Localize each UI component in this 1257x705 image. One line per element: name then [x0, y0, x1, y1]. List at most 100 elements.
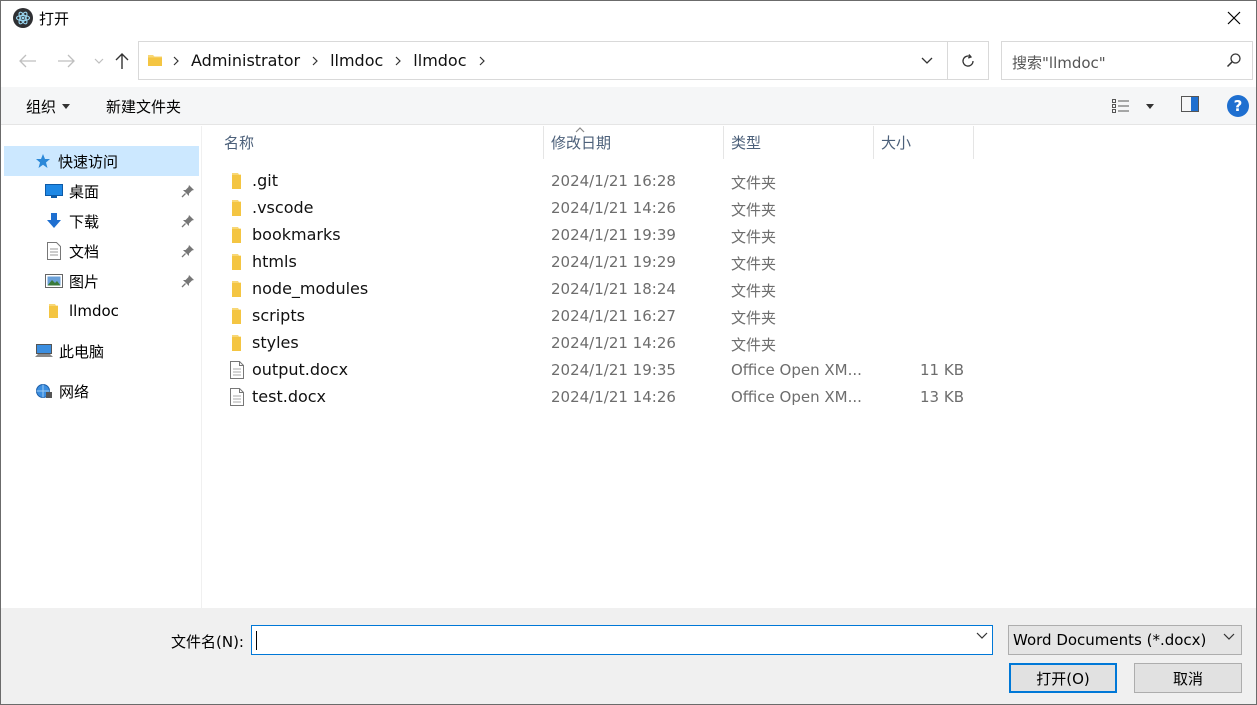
up-button[interactable] — [110, 49, 134, 73]
document-file-icon — [230, 361, 244, 379]
nav-item-llmdoc[interactable]: llmdoc — [1, 296, 201, 326]
column-divider[interactable] — [873, 126, 874, 159]
close-button[interactable] — [1212, 1, 1256, 34]
help-button[interactable]: ? — [1227, 95, 1249, 117]
network-icon — [35, 382, 53, 400]
folder-icon — [232, 254, 241, 270]
breadcrumb-item[interactable]: llmdoc — [409, 51, 470, 70]
nav-item-downloads[interactable]: 下载 — [1, 206, 201, 236]
column-header-label: 修改日期 — [551, 134, 612, 152]
nav-item-quick-access[interactable]: 快速访问 — [4, 146, 199, 176]
nav-item-label: 快速访问 — [58, 152, 119, 171]
file-type: 文件夹 — [731, 201, 777, 219]
file-name: .vscode — [252, 198, 314, 217]
file-row[interactable]: test.docx 2024/1/21 14:26 Office Open XM… — [202, 384, 1002, 411]
file-row[interactable]: styles 2024/1/21 14:26 文件夹 — [202, 330, 1002, 357]
filename-label: 文件名(N): — [171, 633, 244, 651]
refresh-icon — [962, 53, 974, 67]
chevron-down-icon — [1223, 633, 1235, 640]
file-date: 2024/1/21 14:26 — [551, 388, 676, 406]
organize-menu-button[interactable]: 组织 — [26, 96, 71, 117]
back-button[interactable] — [16, 49, 40, 73]
file-type: 文件夹 — [731, 309, 777, 327]
address-bar[interactable]: Administrator llmdoc llmdoc — [138, 41, 989, 80]
filename-input[interactable] — [251, 625, 993, 655]
file-row[interactable]: node_modules 2024/1/21 18:24 文件夹 — [202, 276, 1002, 303]
file-size: 13 KB — [920, 388, 964, 406]
title-bar: 打开 — [1, 1, 1256, 34]
file-name: scripts — [252, 306, 305, 325]
star-icon — [34, 152, 52, 170]
file-date: 2024/1/21 16:27 — [551, 307, 676, 325]
folder-icon — [45, 302, 63, 320]
file-row[interactable]: .vscode 2024/1/21 14:26 文件夹 — [202, 195, 1002, 222]
file-row[interactable]: .git 2024/1/21 16:28 文件夹 — [202, 168, 1002, 195]
breadcrumb-item[interactable]: llmdoc — [326, 51, 387, 70]
column-header-label: 大小 — [881, 134, 912, 152]
caret-down-icon — [1146, 103, 1154, 109]
cancel-button[interactable]: 取消 — [1134, 663, 1242, 693]
open-button[interactable]: 打开(O) — [1009, 663, 1117, 693]
chevron-right-icon[interactable] — [304, 56, 326, 66]
nav-item-desktop[interactable]: 桌面 — [1, 176, 201, 206]
chevron-right-icon[interactable] — [387, 56, 409, 66]
desktop-icon — [45, 182, 63, 200]
picture-icon — [45, 272, 63, 290]
nav-item-documents[interactable]: 文档 — [1, 236, 201, 266]
forward-button[interactable] — [54, 49, 78, 73]
pin-icon[interactable] — [181, 214, 195, 228]
filetype-value: Word Documents (*.docx) — [1013, 631, 1207, 649]
address-history-dropdown[interactable] — [909, 42, 945, 79]
file-row[interactable]: bookmarks 2024/1/21 19:39 文件夹 — [202, 222, 1002, 249]
pin-icon[interactable] — [181, 244, 195, 258]
file-name: output.docx — [252, 360, 349, 379]
column-divider[interactable] — [973, 126, 974, 159]
filetype-select[interactable]: Word Documents (*.docx) — [1008, 625, 1242, 655]
column-header-date[interactable]: 修改日期 — [551, 126, 721, 159]
column-header-size[interactable]: 大小 — [881, 126, 971, 159]
search-input[interactable]: 搜索"llmdoc" — [1001, 41, 1253, 80]
folder-icon — [232, 281, 241, 297]
breadcrumb-item[interactable]: Administrator — [187, 51, 304, 70]
file-row[interactable]: output.docx 2024/1/21 19:35 Office Open … — [202, 357, 1002, 384]
chevron-right-icon[interactable] — [165, 56, 187, 66]
help-icon: ? — [1233, 97, 1243, 115]
column-divider[interactable] — [723, 126, 724, 159]
refresh-button[interactable] — [947, 42, 988, 79]
search-icon — [1226, 53, 1241, 68]
column-header-type[interactable]: 类型 — [731, 126, 871, 159]
folder-icon — [232, 308, 241, 324]
nav-item-pictures[interactable]: 图片 — [1, 266, 201, 296]
column-divider[interactable] — [543, 126, 544, 159]
details-view-icon — [1112, 99, 1129, 113]
app-icon — [13, 8, 33, 28]
computer-icon — [35, 342, 53, 360]
change-view-button[interactable] — [1112, 95, 1158, 117]
folder-icon — [232, 335, 241, 351]
preview-pane-button[interactable] — [1181, 96, 1201, 116]
recent-locations-button[interactable] — [87, 49, 111, 73]
new-folder-button[interactable]: 新建文件夹 — [106, 96, 181, 117]
pin-icon[interactable] — [181, 274, 195, 288]
file-size: 11 KB — [920, 361, 964, 379]
chevron-right-icon[interactable] — [471, 56, 493, 66]
nav-item-label: 下载 — [69, 212, 100, 231]
file-date: 2024/1/21 19:29 — [551, 253, 676, 271]
chevron-down-icon[interactable] — [976, 632, 988, 639]
preview-pane-icon — [1181, 96, 1199, 112]
file-type: 文件夹 — [731, 282, 777, 300]
nav-item-network[interactable]: 网络 — [1, 376, 201, 406]
file-name: styles — [252, 333, 299, 352]
nav-item-label: 图片 — [69, 272, 100, 291]
file-row[interactable]: scripts 2024/1/21 16:27 文件夹 — [202, 303, 1002, 330]
chevron-down-icon — [94, 58, 104, 64]
nav-item-this-pc[interactable]: 此电脑 — [1, 336, 201, 366]
command-bar: 组织 新建文件夹 ? — [1, 87, 1256, 125]
file-row[interactable]: htmls 2024/1/21 19:29 文件夹 — [202, 249, 1002, 276]
file-type: 文件夹 — [731, 174, 777, 192]
column-header-name[interactable]: 名称 — [224, 126, 542, 159]
document-file-icon — [230, 388, 244, 406]
pin-icon[interactable] — [181, 184, 195, 198]
nav-item-label: llmdoc — [69, 302, 119, 320]
file-name: test.docx — [252, 387, 327, 406]
